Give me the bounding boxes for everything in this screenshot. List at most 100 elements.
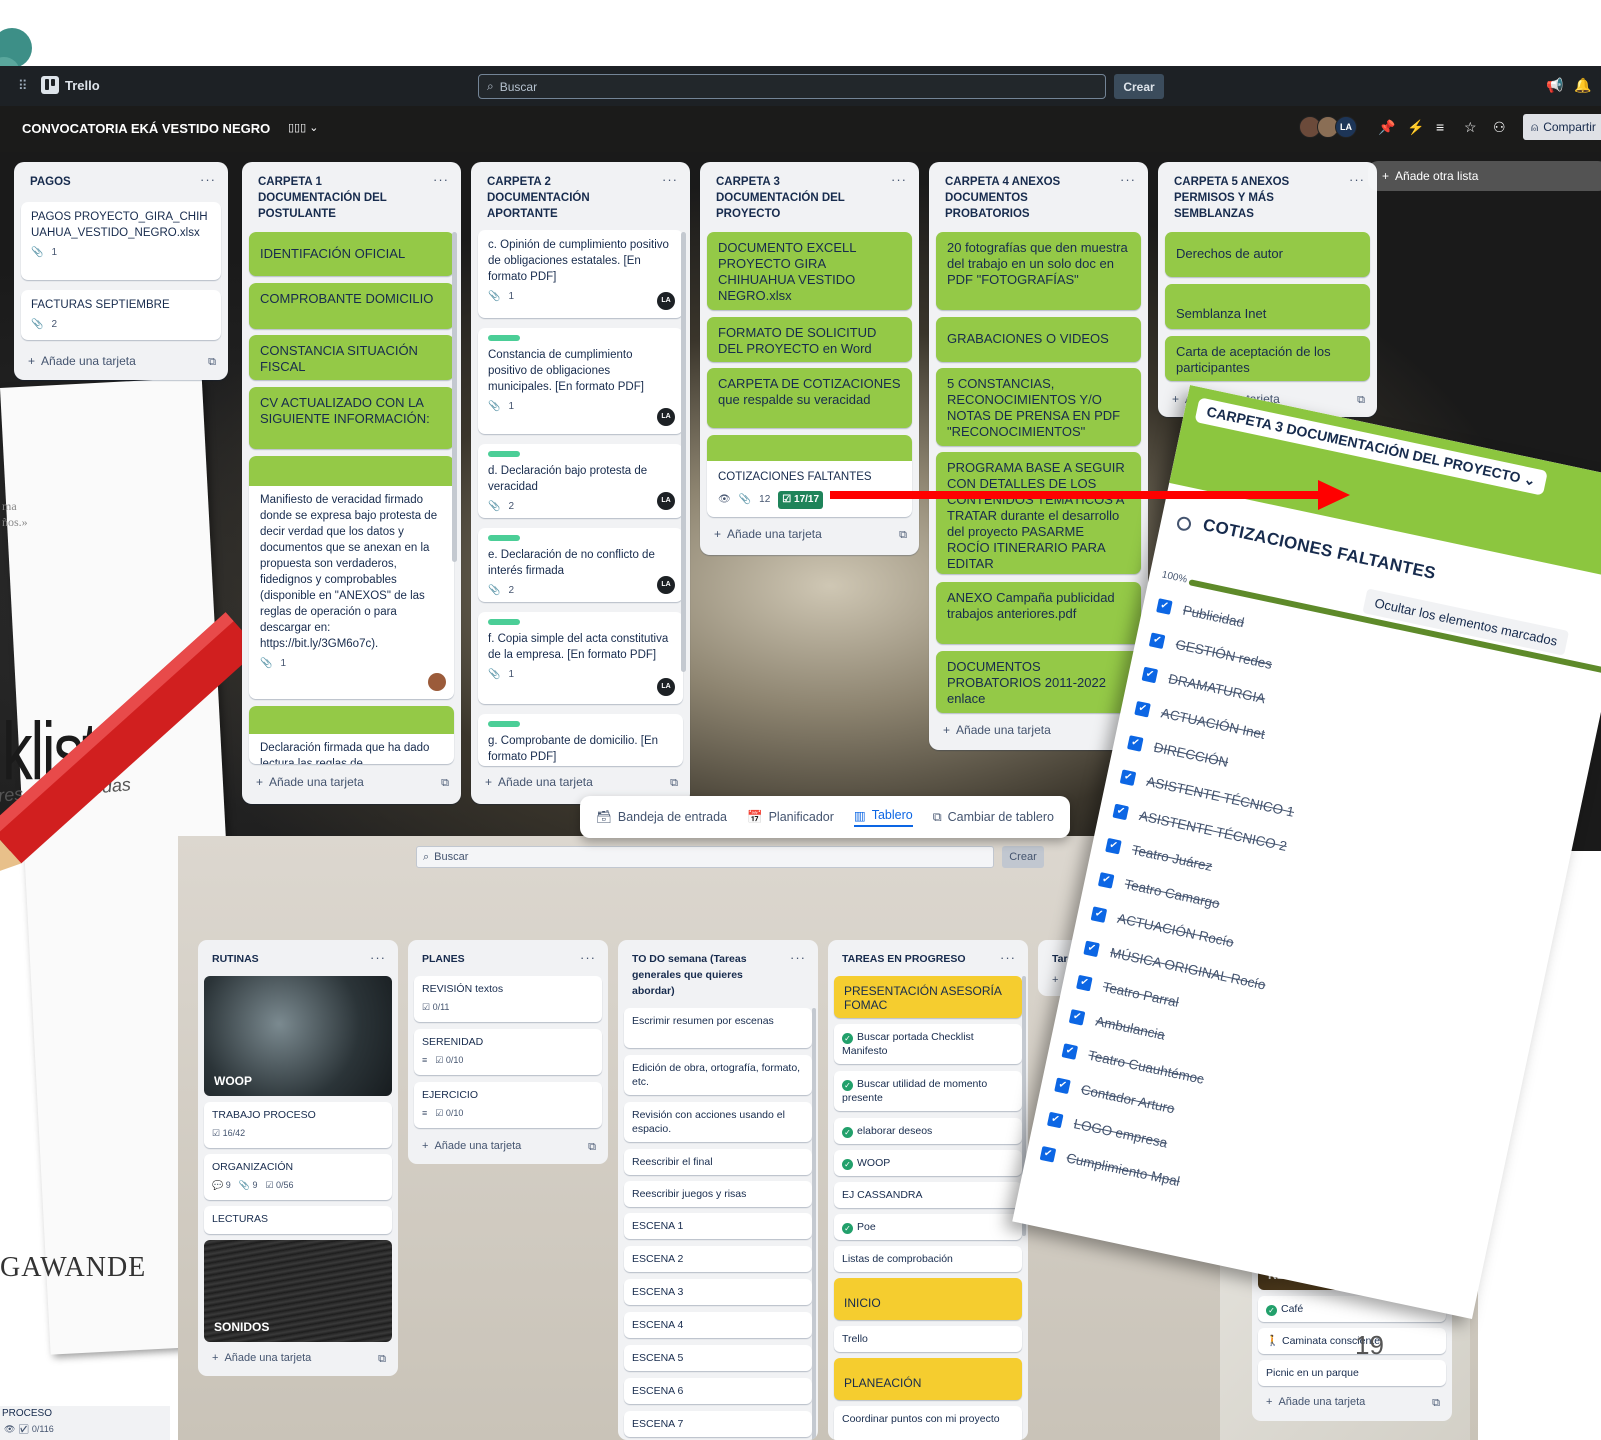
card[interactable]: DOCUMENTO EXCELL PROYECTO GIRA CHIHUAHUA… — [707, 232, 912, 310]
checkbox-checked-icon[interactable]: ✓ — [1076, 974, 1093, 991]
checklist-item[interactable]: ✓ Publicidad — [1156, 597, 1246, 630]
card[interactable]: g. Comprobante de domicilio. [En formato… — [478, 714, 683, 766]
checklist-item[interactable]: ✓ Ambulancia — [1068, 1008, 1166, 1043]
card-sonidos[interactable]: SONIDOS — [204, 1240, 392, 1342]
card[interactable]: ESCENA 6 — [624, 1378, 812, 1404]
add-card-button[interactable]: + Añade una tarjeta — [1266, 1396, 1365, 1408]
card[interactable]: PLANEACIÓN — [834, 1358, 1022, 1400]
card[interactable]: Revisión con acciones usando el espacio. — [624, 1102, 812, 1142]
card[interactable]: Manifiesto de veracidad firmado donde se… — [249, 456, 454, 699]
card[interactable]: COMPROBANTE DOMICILIO — [249, 283, 454, 329]
list-scrollbar[interactable] — [812, 1008, 816, 1440]
card[interactable]: FORMATO DE SOLICITUD DEL PROYECTO en Wor… — [707, 317, 912, 362]
checkbox-checked-icon[interactable]: ✓ — [1156, 597, 1173, 615]
list-title[interactable]: CARPETA 5 ANEXOS PERMISOS Y MÁS SEMBLANZ… — [1174, 174, 1343, 222]
member-avatar[interactable]: LA — [657, 292, 675, 310]
card[interactable]: d. Declaración bajo protesta de veracida… — [478, 444, 683, 518]
card[interactable]: Carta de aceptación de los participantes — [1165, 336, 1370, 381]
list-menu-icon[interactable]: ··· — [662, 172, 678, 187]
list-scrollbar[interactable] — [452, 232, 457, 562]
checklist-item[interactable]: ✓ Teatro Parral — [1076, 974, 1180, 1010]
card[interactable]: c. Opinión de cumplimiento positivo de o… — [478, 230, 683, 318]
card[interactable]: 🚶 Caminata consciente — [1258, 1328, 1446, 1354]
add-list-button[interactable]: + Añade otra lista — [1368, 161, 1601, 191]
card-template-icon[interactable]: ⧉ — [670, 777, 678, 790]
people-icon[interactable]: ⚇ — [1493, 119, 1506, 136]
add-card-button[interactable]: + Añade una tarjeta — [485, 775, 593, 789]
add-card-button[interactable]: + Añade una tarjeta — [28, 354, 136, 368]
list-menu-icon[interactable]: ··· — [580, 950, 596, 965]
card[interactable]: EJ CASSANDRA — [834, 1182, 1022, 1208]
card[interactable]: Constancia de cumplimiento positivo de o… — [478, 328, 683, 434]
label-green[interactable] — [488, 335, 520, 341]
card[interactable]: CONSTANCIA SITUACIÓN FISCAL — [249, 335, 454, 380]
lightning-icon[interactable]: ⚡ — [1407, 119, 1424, 136]
checkbox-checked-icon[interactable]: ✓ — [1134, 700, 1151, 718]
pin-icon[interactable]: 📌 — [1378, 119, 1395, 136]
checkbox-checked-icon[interactable]: ✓ — [1097, 871, 1115, 889]
card[interactable]: FACTURAS SEPTIEMBRE 📎 2 — [21, 290, 221, 340]
card[interactable]: 5 CONSTANCIAS, RECONOCIMIENTOS Y/O NOTAS… — [936, 368, 1141, 446]
card[interactable]: ESCENA 3 — [624, 1279, 812, 1305]
checklist-item[interactable]: ✓ DRAMATURGIA — [1141, 666, 1267, 706]
create-button[interactable]: Crear — [1114, 74, 1164, 99]
member-avatar[interactable]: LA — [657, 492, 675, 510]
card[interactable]: Trello — [834, 1326, 1022, 1352]
checkbox-checked-icon[interactable]: ✓ — [1112, 803, 1130, 820]
list-menu-icon[interactable]: ··· — [1000, 950, 1016, 965]
list-menu-icon[interactable]: ··· — [1349, 172, 1365, 187]
list-title[interactable]: CARPETA 1 DOCUMENTACIÓN DEL POSTULANTE — [258, 174, 427, 222]
card[interactable]: DOCUMENTOS PROBATORIOS 2011-2022 enlace — [936, 651, 1141, 713]
list-title[interactable]: CARPETA 2 DOCUMENTACIÓN APORTANTE — [487, 174, 656, 222]
board-title[interactable]: CONVOCATORIA EKÁ VESTIDO NEGRO — [22, 121, 270, 136]
checkbox-checked-icon[interactable]: ✓ — [1105, 837, 1122, 854]
card[interactable]: Reescribir juegos y risas — [624, 1181, 812, 1207]
card[interactable]: TRABAJO PROCESO ☑ 16/42 — [204, 1102, 392, 1148]
checklist-item[interactable]: ✓ ACTUACIÓN Inet — [1134, 700, 1266, 742]
app-switcher-icon[interactable]: ⠿ — [18, 78, 32, 94]
card[interactable]: f. Copia simple del acta constitutiva de… — [478, 612, 683, 704]
checkbox-checked-icon[interactable]: ✓ — [1047, 1111, 1064, 1128]
switch-board-tab[interactable]: ⧉ Cambiar de tablero — [933, 810, 1054, 825]
list-title[interactable]: PLANES — [422, 951, 574, 967]
checklist-item[interactable]: ✓ Cumplimiento Mpal — [1039, 1145, 1181, 1189]
list-title[interactable]: RUTINAS — [212, 951, 364, 967]
list-menu-icon[interactable]: ··· — [433, 172, 449, 187]
card[interactable]: LECTURAS — [204, 1206, 392, 1234]
add-card-button[interactable]: + Añade una tarjeta — [714, 527, 822, 541]
checklist-item[interactable]: ✓ Teatro Camargo — [1097, 871, 1221, 911]
member-avatar[interactable]: LA — [657, 678, 675, 696]
card[interactable]: Declaración firmada que ha dado lectura … — [249, 706, 454, 764]
card[interactable]: Semblanza Inet — [1165, 284, 1370, 329]
member-avatar[interactable] — [428, 673, 446, 691]
card[interactable]: ESCENA 2 — [624, 1246, 812, 1272]
board-tab[interactable]: ▥ Tablero — [853, 808, 913, 827]
add-card-button[interactable]: + Añade una tarjeta — [943, 723, 1051, 737]
card[interactable]: ESCENA 5 — [624, 1345, 812, 1371]
card[interactable]: ORGANIZACIÓN 💬 9 📎 9 ☑ 0/56 — [204, 1154, 392, 1200]
checkbox-checked-icon[interactable]: ✓ — [1039, 1145, 1057, 1163]
list-menu-icon[interactable]: ··· — [1120, 172, 1136, 187]
checkbox-checked-icon[interactable]: ✓ — [1090, 905, 1108, 923]
card-template-icon[interactable]: ⧉ — [1357, 394, 1365, 407]
create-button[interactable]: Crear — [1002, 846, 1044, 868]
card[interactable]: Picnic en un parque — [1258, 1360, 1446, 1386]
checklist-item[interactable]: ✓ GESTIÓN redes — [1148, 631, 1273, 672]
checklist-item[interactable]: ✓ LOGO empresa — [1047, 1111, 1169, 1151]
card[interactable]: GRABACIONES O VIDEOS — [936, 317, 1141, 362]
card[interactable]: INICIO — [834, 1278, 1022, 1320]
card[interactable]: ESCENA 7 — [624, 1411, 812, 1437]
card[interactable]: Escrimir resumen por escenas — [624, 1008, 812, 1048]
filter-icon[interactable]: ≡ — [1436, 119, 1444, 135]
inbox-tab[interactable]: 🗃 Bandeja de entrada — [596, 810, 727, 825]
list-menu-icon[interactable]: ··· — [200, 172, 216, 187]
card[interactable]: CV ACTUALIZADO CON LA SIGUIENTE INFORMAC… — [249, 387, 454, 449]
checklist-item[interactable]: ✓ DIRECCIÓN — [1127, 734, 1230, 770]
complete-circle-icon[interactable] — [1175, 515, 1193, 533]
card-template-icon[interactable]: ⧉ — [378, 1353, 386, 1366]
list-title[interactable]: CARPETA 4 ANEXOS DOCUMENTOS PROBATORIOS — [945, 174, 1114, 222]
card[interactable]: EJERCICIO ≡ ☑ 0/10 — [414, 1082, 602, 1128]
card-woop[interactable]: WOOP — [204, 976, 392, 1096]
add-card-button[interactable]: + Añade una tarjeta — [422, 1140, 521, 1152]
label-green[interactable] — [488, 619, 520, 625]
